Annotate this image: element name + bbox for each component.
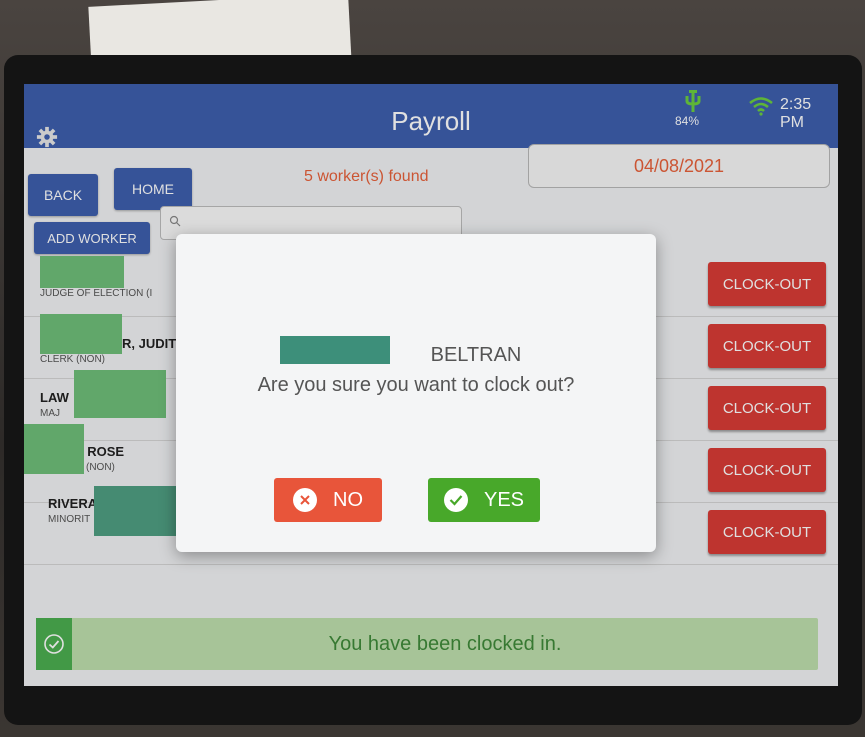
dialog-question: Are you sure you want to clock out? bbox=[257, 374, 575, 396]
dialog-worker-name: BELTRAN bbox=[176, 344, 656, 367]
yes-button-label: YES bbox=[483, 488, 525, 511]
confirm-dialog: BELTRAN Are you sure you want to clock o… bbox=[176, 234, 656, 552]
check-icon bbox=[443, 488, 468, 512]
tablet-screen: Payroll 84% 2:35 PM BACK HOME 5 worker(s… bbox=[24, 84, 838, 686]
no-button[interactable]: NO bbox=[274, 478, 382, 522]
no-button-label: NO bbox=[333, 488, 363, 511]
dialog-worker-surname: BELTRAN bbox=[430, 344, 522, 366]
yes-button[interactable]: YES bbox=[428, 478, 540, 522]
close-icon bbox=[293, 488, 317, 512]
